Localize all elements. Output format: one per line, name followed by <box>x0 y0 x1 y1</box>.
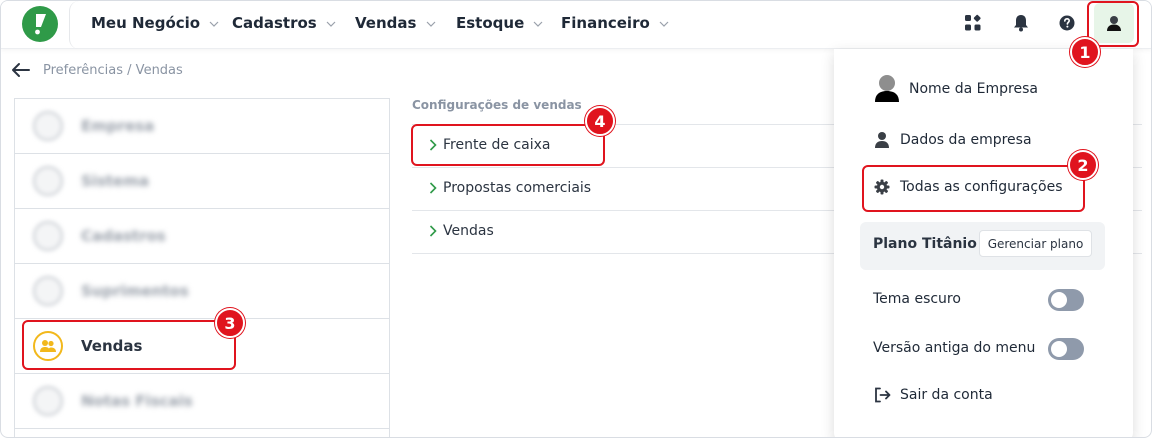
step-badge: 3 <box>215 308 245 338</box>
system-icon <box>33 166 63 196</box>
step-badge: 1 <box>1070 37 1100 67</box>
user-dropdown-menu: Nome da Empresa Dados da empresa Todas a <box>834 49 1133 437</box>
sidebar-item-label: Vendas <box>81 337 143 355</box>
sidebar-item-suprimentos[interactable]: Suprimentos <box>15 264 389 319</box>
dark-theme-toggle[interactable] <box>1048 289 1084 311</box>
sidebar-item-empresa[interactable]: Empresa <box>15 99 389 154</box>
sidebar-item-label: Sistema <box>81 172 149 190</box>
nav-label: Cadastros <box>232 14 317 32</box>
supplies-icon <box>33 276 63 306</box>
back-arrow-icon[interactable] <box>11 61 31 79</box>
sidebar-item-label: Notas Fiscais <box>81 392 193 410</box>
logout-icon <box>875 387 891 403</box>
breadcrumb: Preferências / Vendas <box>43 63 183 78</box>
app-window: Meu Negócio Cadastros Vendas Estoque Fin… <box>0 0 1152 438</box>
sidebar-item-vendas[interactable]: Vendas <box>15 319 389 374</box>
old-menu-toggle[interactable] <box>1048 338 1084 360</box>
menu-item-label: Todas as configurações <box>900 179 1063 195</box>
sales-people-icon <box>33 331 63 361</box>
plan-box: Plano Titânio Gerenciar plano <box>860 222 1105 270</box>
chevron-down-icon <box>659 21 669 27</box>
user-menu-button[interactable] <box>1094 3 1134 43</box>
nav-label: Financeiro <box>561 14 650 32</box>
company-data-item[interactable]: Dados da empresa <box>874 131 1032 149</box>
config-item-label: Vendas <box>443 223 494 239</box>
nav-estoque[interactable]: Estoque <box>456 13 543 33</box>
dark-theme-label: Tema escuro <box>873 291 961 307</box>
user-avatar-icon <box>1107 16 1121 31</box>
chevron-right-icon <box>429 182 437 194</box>
nav-label: Vendas <box>355 14 417 32</box>
nav-label: Meu Negócio <box>91 14 201 32</box>
apps-icon[interactable] <box>963 13 983 33</box>
top-navigation-bar: Meu Negócio Cadastros Vendas Estoque Fin… <box>1 1 1151 49</box>
section-title: Configurações de vendas <box>412 98 582 112</box>
old-menu-row: Versão antiga do menu <box>873 340 1035 356</box>
logo-exclamation-icon <box>35 14 46 35</box>
building-icon <box>33 111 63 141</box>
company-name: Nome da Empresa <box>909 81 1038 97</box>
dark-theme-row: Tema escuro <box>873 291 961 307</box>
step-badge: 4 <box>585 106 615 136</box>
step-badge: 2 <box>1068 150 1098 180</box>
company-name-row[interactable]: Nome da Empresa <box>874 74 1038 104</box>
nav-cadastros[interactable]: Cadastros <box>232 13 336 33</box>
sidebar-item-cadastros[interactable]: Cadastros <box>15 209 389 264</box>
nav-meu-negocio[interactable]: Meu Negócio <box>91 13 219 33</box>
config-item-label: Frente de caixa <box>443 137 551 153</box>
app-logo[interactable] <box>22 6 58 42</box>
old-menu-label: Versão antiga do menu <box>873 340 1036 356</box>
chevron-down-icon <box>209 21 219 27</box>
menu-item-label: Sair da conta <box>900 387 993 403</box>
nav-vendas[interactable]: Vendas <box>355 13 436 33</box>
sidebar-item-label: Suprimentos <box>81 282 189 300</box>
config-item-propostas-comerciais[interactable]: Propostas comerciais <box>429 180 591 196</box>
manage-plan-button[interactable]: Gerenciar plano <box>979 230 1092 257</box>
logo-divider <box>69 1 79 49</box>
help-icon[interactable] <box>1057 13 1077 33</box>
settings-sidebar: Empresa Sistema Cadastros Suprimentos Ve… <box>14 98 390 437</box>
sidebar-item-label: Cadastros <box>81 227 166 245</box>
chevron-down-icon <box>534 21 543 27</box>
menu-item-label: Dados da empresa <box>900 132 1032 148</box>
sidebar-item-sistema[interactable]: Sistema <box>15 154 389 209</box>
person-icon <box>875 132 889 148</box>
nav-financeiro[interactable]: Financeiro <box>561 13 669 33</box>
invoice-icon <box>33 386 63 416</box>
bell-icon[interactable] <box>1011 13 1031 33</box>
all-settings-item[interactable]: Todas as configurações <box>874 179 1063 195</box>
gear-icon <box>874 179 890 195</box>
chevron-down-icon <box>426 21 436 27</box>
config-item-vendas[interactable]: Vendas <box>429 223 494 239</box>
chevron-down-icon <box>326 21 336 27</box>
logout-item[interactable]: Sair da conta <box>874 387 993 403</box>
plan-name: Plano Titânio <box>873 236 977 252</box>
chevron-right-icon <box>429 225 437 237</box>
sidebar-item-label: Empresa <box>81 117 155 135</box>
company-avatar-icon <box>875 75 899 102</box>
config-item-frente-de-caixa[interactable]: Frente de caixa <box>429 137 551 153</box>
nav-label: Estoque <box>456 14 525 32</box>
config-item-label: Propostas comerciais <box>443 180 592 196</box>
records-icon <box>33 221 63 251</box>
sidebar-item-notas-fiscais[interactable]: Notas Fiscais <box>15 374 389 429</box>
chevron-right-icon <box>429 139 437 151</box>
